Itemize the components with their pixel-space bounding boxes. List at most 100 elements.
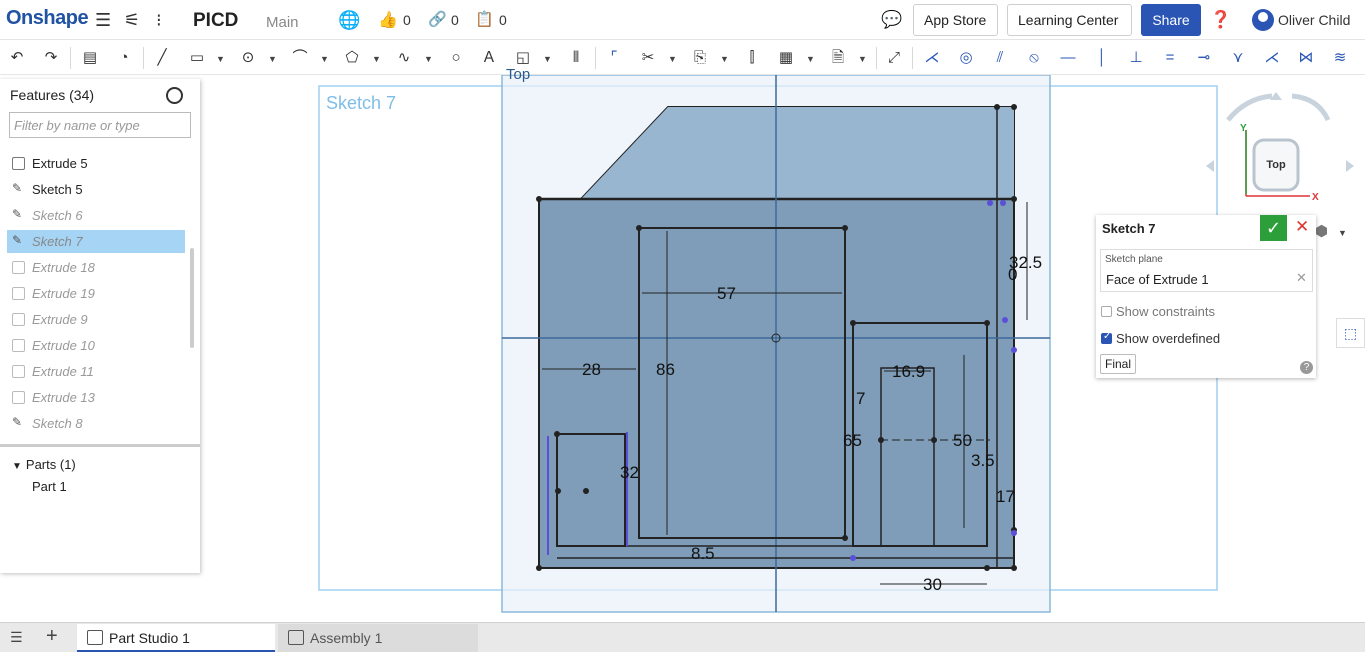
tab-list-icon[interactable]: ☰ <box>10 629 23 646</box>
rectangle-tool-icon[interactable]: ▭ <box>186 48 208 68</box>
tab-part-studio[interactable]: Part Studio 1 <box>77 624 275 652</box>
redo-icon[interactable]: ↷ <box>40 48 62 68</box>
vertical-icon[interactable]: │ <box>1091 48 1113 68</box>
concentric-icon[interactable]: ◎ <box>955 48 977 68</box>
feature-item[interactable]: Extrude 18 <box>7 256 185 279</box>
avatar[interactable] <box>1252 9 1274 31</box>
show-overdefined-label[interactable]: Show overdefined <box>1116 331 1220 346</box>
coincident-icon[interactable]: ⋌ <box>921 48 943 68</box>
mirror-tool-icon[interactable]: ⫿ <box>741 48 763 68</box>
sketch-plane-value: Face of Extrude 1 <box>1106 272 1209 287</box>
show-overdefined-checkbox[interactable] <box>1101 331 1112 344</box>
feature-item-selected[interactable]: ✎ Sketch 7 <box>7 230 185 253</box>
trim-tool-icon[interactable]: ✂ <box>637 48 659 68</box>
pierce-icon[interactable]: ⋌ <box>1261 48 1283 68</box>
filter-input[interactable]: Filter by name or type <box>9 112 191 138</box>
feature-list-icon[interactable]: ▤ <box>79 48 101 68</box>
chevron-down-icon[interactable]: ▼ <box>543 54 552 64</box>
tab-assembly[interactable]: Assembly 1 <box>278 624 478 652</box>
fillet-tool-icon[interactable]: ⌜ <box>603 48 625 68</box>
branch-label[interactable]: Main <box>266 14 299 31</box>
feature-item[interactable]: ✎ Sketch 6 <box>7 204 185 227</box>
normal-icon[interactable]: ⋎ <box>1227 48 1249 68</box>
text-tool-icon[interactable]: Ａ <box>478 48 500 68</box>
clear-icon[interactable]: ✕ <box>1296 270 1307 286</box>
chevron-down-icon[interactable]: ▼ <box>1338 228 1347 238</box>
show-constraints-label[interactable]: Show constraints <box>1116 304 1215 319</box>
chevron-down-icon[interactable]: ▼ <box>720 54 729 64</box>
link-icon[interactable]: 🔗 <box>428 10 447 28</box>
feature-item[interactable]: Extrude 13 <box>7 386 185 409</box>
final-button[interactable]: Final <box>1100 354 1137 374</box>
help-icon[interactable]: ? <box>1300 361 1313 374</box>
feature-item[interactable]: Extrude 5 <box>7 152 185 175</box>
show-constraints-checkbox[interactable] <box>1101 306 1112 317</box>
circle-tool-icon[interactable]: ⊙ <box>237 48 259 68</box>
parts-header[interactable]: ▼ Parts (1) <box>12 457 76 472</box>
offset-tool-icon[interactable]: ⎘ <box>689 48 711 68</box>
feature-item[interactable]: Extrude 9 <box>7 308 185 331</box>
copy-icon[interactable]: 📋 <box>475 10 494 28</box>
feature-list-scrollbar[interactable] <box>190 248 194 348</box>
arc-tool-icon[interactable]: ⌒ <box>289 48 311 68</box>
feature-item[interactable]: Extrude 11 <box>7 360 185 383</box>
horizontal-icon[interactable]: — <box>1057 48 1079 68</box>
globe-icon[interactable]: 🌐 <box>338 10 360 31</box>
cube-display-icon[interactable]: ⬢ <box>1315 222 1328 240</box>
part-item[interactable]: Part 1 <box>32 479 67 494</box>
symmetric-icon[interactable]: ⋈ <box>1295 48 1317 68</box>
polygon-tool-icon[interactable]: ⬠ <box>341 48 363 68</box>
rollback-timer-icon[interactable] <box>166 87 183 104</box>
fix-icon[interactable]: ≋ <box>1329 48 1351 68</box>
comment-icon[interactable]: 💬 <box>881 10 902 30</box>
feature-item[interactable]: Extrude 10 <box>7 334 185 357</box>
chevron-down-icon[interactable]: ▼ <box>320 54 329 64</box>
undo-icon[interactable]: ↶ <box>6 48 28 68</box>
feature-item[interactable]: Extrude 19 <box>7 282 185 305</box>
spline-tool-icon[interactable]: ∿ <box>393 48 415 68</box>
help-icon[interactable]: ❓ <box>1210 10 1231 30</box>
onshape-logo[interactable]: Onshape <box>6 7 89 30</box>
equal-icon[interactable]: = <box>1159 48 1181 68</box>
insert-icon[interactable]: ⁝ <box>156 10 162 31</box>
line-tool-icon[interactable]: ╱ <box>151 48 173 68</box>
point-tool-icon[interactable]: ○ <box>445 48 467 68</box>
menu-icon[interactable]: ☰ <box>95 10 111 31</box>
parallel-icon[interactable]: ⫽ <box>989 48 1011 68</box>
sketch-icon: ✎ <box>12 415 23 429</box>
pattern-tool-icon[interactable]: ▦ <box>775 48 797 68</box>
midpoint-icon[interactable]: ⊸ <box>1193 48 1215 68</box>
chevron-down-icon[interactable]: ▼ <box>268 54 277 64</box>
extrude-icon <box>12 287 25 300</box>
chevron-down-icon[interactable]: ▼ <box>216 54 225 64</box>
feature-item[interactable]: ✎ Sketch 5 <box>7 178 185 201</box>
learning-center-button[interactable]: Learning Center <box>1007 4 1132 36</box>
like-icon[interactable]: 👍 <box>378 10 398 30</box>
perpendicular-icon[interactable]: ⊥ <box>1125 48 1147 68</box>
chevron-down-icon[interactable]: ▼ <box>806 54 815 64</box>
app-store-button[interactable]: App Store <box>913 4 998 36</box>
midpoint-line-icon[interactable]: ⫴ <box>565 48 587 68</box>
view-cube[interactable]: Top Y X <box>1206 90 1356 210</box>
panel-splitter[interactable] <box>0 444 200 447</box>
view-options-icon[interactable]: ⬚ <box>1336 318 1365 348</box>
accept-button[interactable]: ✓ <box>1260 215 1287 241</box>
document-list-icon[interactable]: ⚟ <box>124 10 140 31</box>
sketch-plane-field[interactable]: Sketch plane Face of Extrude 1 ✕ <box>1100 249 1313 292</box>
chevron-down-icon[interactable]: ▼ <box>372 54 381 64</box>
construction-icon[interactable]: ◱ <box>512 48 534 68</box>
chevron-down-icon[interactable]: ▼ <box>668 54 677 64</box>
chevron-down-icon[interactable]: ▼ <box>12 461 22 472</box>
dxf-import-icon[interactable]: 🗎 <box>827 48 849 68</box>
share-button[interactable]: Share <box>1141 4 1201 36</box>
chevron-down-icon[interactable]: ▼ <box>858 54 867 64</box>
cancel-button[interactable]: ✕ <box>1295 217 1309 237</box>
tangent-icon[interactable]: ⦸ <box>1023 48 1045 68</box>
document-title[interactable]: PICD <box>193 10 238 32</box>
chevron-down-icon[interactable]: ▼ <box>424 54 433 64</box>
feature-item[interactable]: ✎ Sketch 8 <box>7 412 185 435</box>
user-name[interactable]: Oliver Child <box>1278 12 1350 28</box>
dimension-tool-icon[interactable]: ⤢ <box>883 48 905 68</box>
unit-icon[interactable]: ◔ <box>113 48 135 68</box>
add-tab-icon[interactable]: + <box>46 625 58 648</box>
